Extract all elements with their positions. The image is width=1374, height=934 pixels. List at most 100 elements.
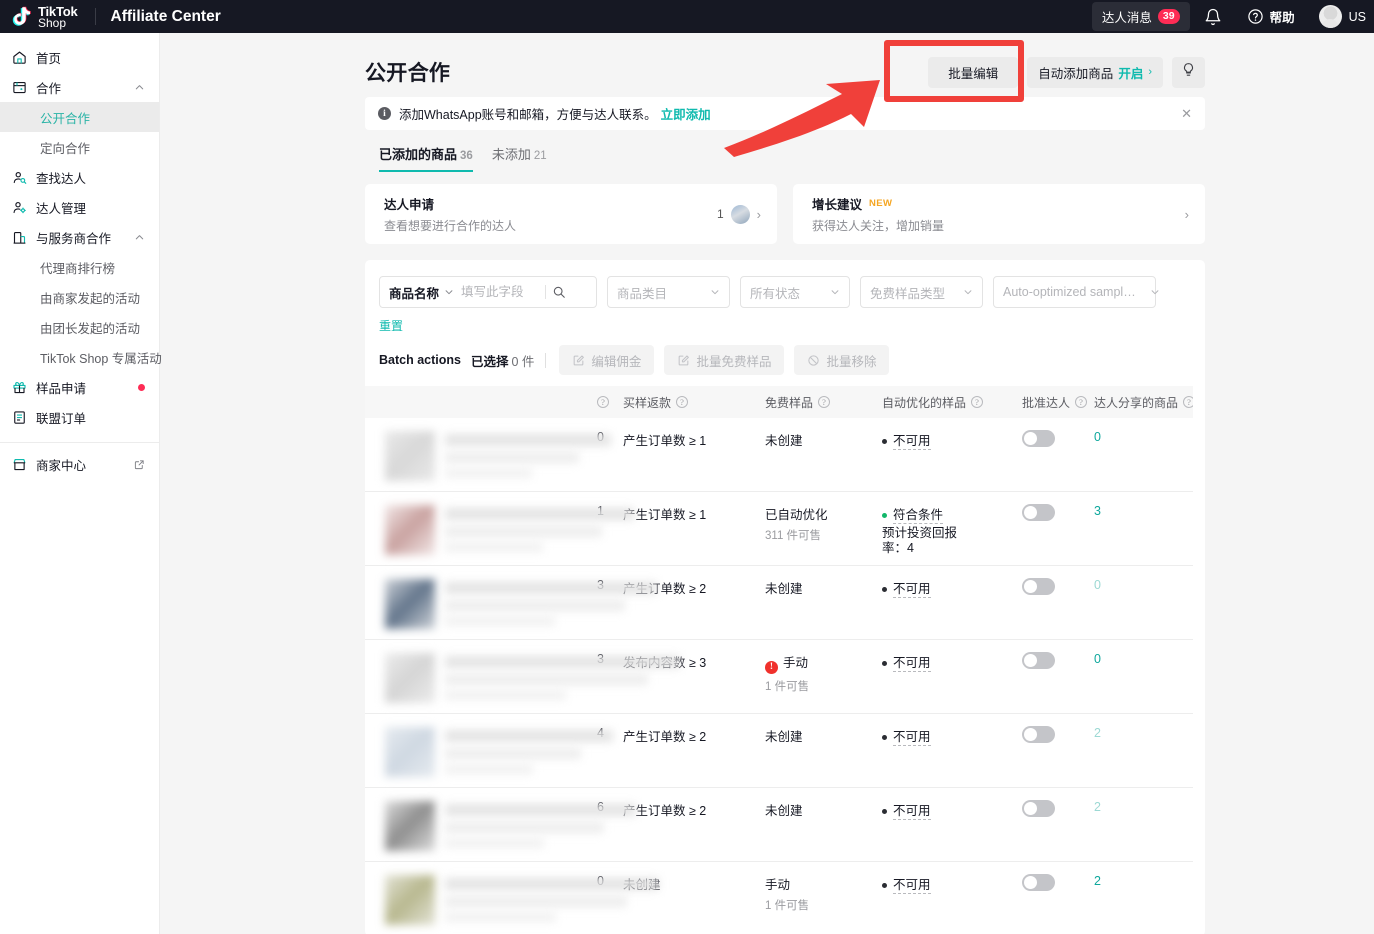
auto-sample-status[interactable]: 不可用 xyxy=(893,656,931,672)
sidebar-item-label: 样品申请 xyxy=(36,378,86,397)
approve-creator-toggle[interactable] xyxy=(1022,800,1055,817)
reset-filters-button[interactable]: 重置 xyxy=(365,308,1205,334)
product-cell[interactable] xyxy=(365,652,597,713)
approve-creator-cell xyxy=(1022,652,1094,713)
auto-sample-status[interactable]: 不可用 xyxy=(893,878,931,894)
table-row[interactable]: 0产生订单数 ≥ 1未创建不可用0 xyxy=(365,418,1193,492)
card-creator-applications[interactable]: 达人申请 查看想要进行合作的达人 1 › xyxy=(365,184,777,244)
shared-products-cell[interactable]: 0 xyxy=(1094,578,1193,639)
info-banner-link[interactable]: 立即添加 xyxy=(661,104,711,123)
table-row[interactable]: 1产生订单数 ≥ 1已自动优化311 件可售符合条件预计投资回报率：43 xyxy=(365,492,1193,566)
table-row[interactable]: 3产生订单数 ≥ 2未创建不可用0 xyxy=(365,566,1193,640)
approve-creator-toggle[interactable] xyxy=(1022,578,1055,595)
sidebar-item-cooperation[interactable]: 合作 xyxy=(0,72,159,102)
selected-value: 0 件 xyxy=(511,355,534,369)
brand-logo[interactable]: TikTok Shop xyxy=(0,4,78,30)
help-icon[interactable]: ? xyxy=(597,396,609,408)
sidebar-item-merchant-campaigns[interactable]: 由商家发起的活动 xyxy=(0,282,159,312)
column-cashback: 买样返款 ? xyxy=(623,394,765,411)
close-icon[interactable]: ✕ xyxy=(1181,106,1192,122)
approve-creator-toggle[interactable] xyxy=(1022,874,1055,891)
auto-sample-status[interactable]: 不可用 xyxy=(893,582,931,598)
shared-products-cell[interactable]: 2 xyxy=(1094,726,1193,787)
auto-sample-status[interactable]: 不可用 xyxy=(893,730,931,746)
filter-label: 所有状态 xyxy=(750,283,800,302)
help-icon[interactable]: ? xyxy=(1183,396,1193,408)
search-icon[interactable] xyxy=(552,285,566,299)
sidebar-item-seller-center[interactable]: 商家中心 xyxy=(0,449,159,479)
filter-status[interactable]: 所有状态 xyxy=(740,276,850,308)
sidebar-item-leader-campaigns[interactable]: 由团长发起的活动 xyxy=(0,312,159,342)
card-growth-suggestions[interactable]: 增长建议 NEW 获得达人关注，增加销量 › xyxy=(793,184,1205,244)
help-button[interactable]: 帮助 xyxy=(1247,7,1295,26)
sidebar-item-affiliate-orders[interactable]: 联盟订单 xyxy=(0,402,159,432)
product-cell[interactable] xyxy=(365,800,597,861)
product-cell[interactable] xyxy=(365,504,597,565)
auto-sample-cell: 不可用 xyxy=(882,726,1022,787)
help-icon[interactable]: ? xyxy=(676,396,688,408)
shared-products-cell[interactable]: 0 xyxy=(1094,652,1193,713)
filter-category[interactable]: 商品类目 xyxy=(607,276,730,308)
help-icon[interactable]: ? xyxy=(971,396,983,408)
shared-products-cell[interactable]: 3 xyxy=(1094,504,1193,565)
creator-avatar xyxy=(731,205,750,224)
sidebar-item-sample-requests[interactable]: 样品申请 xyxy=(0,372,159,402)
table-row[interactable]: 3发布内容数 ≥ 3!手动1 件可售不可用0 xyxy=(365,640,1193,714)
tips-button[interactable] xyxy=(1172,57,1205,88)
search-field-group[interactable]: 商品名称 xyxy=(379,276,597,308)
sidebar-item-agency-ranking[interactable]: 代理商排行榜 xyxy=(0,252,159,282)
table-header-row: ? 买样返款 ? 免费样品 ? 自动优化的样品 ? 批准 xyxy=(365,386,1193,418)
table-row[interactable]: 0未创建手动1 件可售不可用2 xyxy=(365,862,1193,934)
auto-sample-status[interactable]: 不可用 xyxy=(893,804,931,820)
chevron-right-icon: › xyxy=(1185,207,1189,222)
bulk-edit-button[interactable]: 批量编辑 xyxy=(928,57,1018,88)
shared-products-cell[interactable]: 2 xyxy=(1094,874,1193,934)
sidebar-item-find-creators[interactable]: 查找达人 xyxy=(0,162,159,192)
product-cell[interactable] xyxy=(365,430,597,491)
account-menu[interactable]: US xyxy=(1319,5,1366,28)
auto-sample-status[interactable]: 符合条件 xyxy=(893,508,943,524)
sidebar-item-service-partners[interactable]: 与服务商合作 xyxy=(0,222,159,252)
approve-creator-toggle[interactable] xyxy=(1022,430,1055,447)
approve-creator-toggle[interactable] xyxy=(1022,652,1055,669)
approve-creator-toggle[interactable] xyxy=(1022,726,1055,743)
help-icon[interactable]: ? xyxy=(1075,396,1087,408)
product-cell[interactable] xyxy=(365,726,597,787)
batch-button-label: 批量免费样品 xyxy=(696,351,771,370)
approve-creator-toggle[interactable] xyxy=(1022,504,1055,521)
edit-commission-button[interactable]: 编辑佣金 xyxy=(559,345,654,375)
free-sample-cell: 未创建 xyxy=(765,726,882,787)
search-field-selector[interactable]: 商品名称 xyxy=(389,283,439,302)
product-cell[interactable] xyxy=(365,578,597,639)
table-row[interactable]: 6产生订单数 ≥ 2未创建不可用2 xyxy=(365,788,1193,862)
chevron-up-icon xyxy=(134,82,145,93)
auto-add-products-button[interactable]: 自动添加商品 开启 › xyxy=(1027,57,1163,88)
sidebar-item-public-cooperation[interactable]: 公开合作 xyxy=(0,102,159,132)
tiktok-note-icon xyxy=(9,4,35,30)
sidebar-item-home[interactable]: 首页 xyxy=(0,42,159,72)
sidebar-item-targeted-cooperation[interactable]: 定向合作 xyxy=(0,132,159,162)
product-cell[interactable] xyxy=(365,874,597,934)
selected-count: 已选择0 件 xyxy=(471,351,534,370)
shared-products-cell[interactable]: 0 xyxy=(1094,430,1193,491)
sidebar-item-creator-management[interactable]: 达人管理 xyxy=(0,192,159,222)
creator-messages-button[interactable]: 达人消息 39 xyxy=(1092,2,1190,31)
help-icon[interactable]: ? xyxy=(818,396,830,408)
table-row[interactable]: 4产生订单数 ≥ 2未创建不可用2 xyxy=(365,714,1193,788)
shared-products-cell[interactable]: 2 xyxy=(1094,800,1193,861)
sidebar-item-tiktok-shop-campaigns[interactable]: TikTok Shop 专属活动 xyxy=(0,342,159,372)
filter-auto-optimized-sample[interactable]: Auto-optimized sampl… xyxy=(993,276,1156,308)
search-input[interactable] xyxy=(461,285,545,299)
bulk-free-sample-button[interactable]: 批量免费样品 xyxy=(664,345,784,375)
chevron-down-icon xyxy=(696,287,720,297)
card-right: › xyxy=(1185,207,1189,222)
tab-added-products[interactable]: 已添加的商品36 xyxy=(379,144,473,172)
tab-not-added[interactable]: 未添加21 xyxy=(492,144,547,172)
bell-icon[interactable] xyxy=(1204,8,1222,26)
status-dot xyxy=(882,513,887,518)
free-sample-cell: 未创建 xyxy=(765,430,882,491)
filter-free-sample-type[interactable]: 免费样品类型 xyxy=(860,276,983,308)
bulk-remove-button[interactable]: 批量移除 xyxy=(794,345,889,375)
auto-sample-status[interactable]: 不可用 xyxy=(893,434,931,450)
column-label: 达人分享的商品 xyxy=(1094,394,1178,411)
